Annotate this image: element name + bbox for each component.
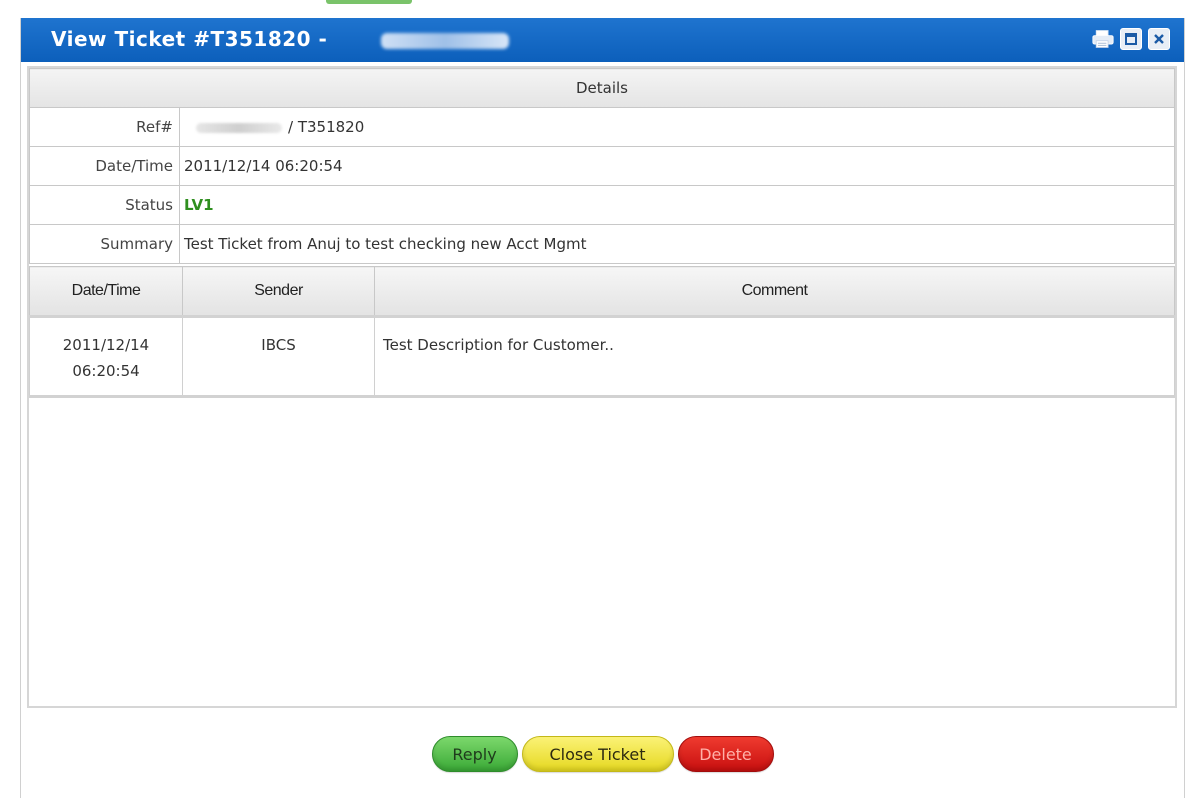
comment-text: Test Description for Customer.. xyxy=(374,316,1175,398)
ref-value: / T351820 xyxy=(288,118,365,136)
redacted-ref-prefix xyxy=(196,122,282,133)
details-table: Details Ref# / T351820 Date/Time 2011/12… xyxy=(29,68,1175,264)
dialog-titlebar[interactable]: View Ticket #T351820 - xyxy=(21,18,1184,62)
comments-table: Date/Time Sender Comment 2011/12/14 06:2… xyxy=(29,266,1175,398)
table-row: 2011/12/14 06:20:54 IBCS Test Descriptio… xyxy=(29,316,1175,398)
details-header: Details xyxy=(29,68,1175,108)
detail-row-summary: Summary Test Ticket from Anuj to test ch… xyxy=(29,224,1175,264)
reply-button[interactable]: Reply xyxy=(431,736,518,772)
print-icon[interactable] xyxy=(1092,28,1114,50)
summary-value: Test Ticket from Anuj to test checking n… xyxy=(179,224,1175,264)
comment-time: 06:20:54 xyxy=(72,362,140,380)
status-label: Status xyxy=(29,185,180,225)
ref-value-cell: / T351820 xyxy=(179,107,1175,147)
close-icon[interactable] xyxy=(1148,28,1170,50)
column-header-datetime[interactable]: Date/Time xyxy=(29,266,183,318)
comment-sender: IBCS xyxy=(182,316,375,398)
datetime-label: Date/Time xyxy=(29,146,180,186)
column-header-comment[interactable]: Comment xyxy=(374,266,1175,318)
comment-date: 2011/12/14 xyxy=(62,336,150,354)
redacted-customer-name xyxy=(381,33,509,49)
dialog-title: View Ticket #T351820 - xyxy=(51,27,328,51)
action-bar: Reply Close Ticket Delete xyxy=(21,736,1184,772)
background-tab-indicator xyxy=(326,0,412,4)
delete-button[interactable]: Delete xyxy=(677,736,774,772)
ticket-panel: Details Ref# / T351820 Date/Time 2011/12… xyxy=(27,66,1177,708)
view-ticket-dialog: View Ticket #T351820 - Details Ref# / T3… xyxy=(20,18,1185,798)
detail-row-ref: Ref# / T351820 xyxy=(29,107,1175,147)
column-header-sender[interactable]: Sender xyxy=(182,266,375,318)
detail-row-status: Status LV1 xyxy=(29,185,1175,225)
status-value-cell: LV1 xyxy=(179,185,1175,225)
maximize-icon[interactable] xyxy=(1120,28,1142,50)
window-controls xyxy=(1092,28,1170,50)
ref-label: Ref# xyxy=(29,107,180,147)
background-strip xyxy=(0,0,1196,10)
status-value: LV1 xyxy=(184,196,214,214)
datetime-value: 2011/12/14 06:20:54 xyxy=(179,146,1175,186)
comment-datetime-cell: 2011/12/14 06:20:54 xyxy=(29,316,183,398)
summary-label: Summary xyxy=(29,224,180,264)
detail-row-datetime: Date/Time 2011/12/14 06:20:54 xyxy=(29,146,1175,186)
comments-header-row: Date/Time Sender Comment xyxy=(29,266,1175,318)
close-ticket-button[interactable]: Close Ticket xyxy=(521,736,674,772)
